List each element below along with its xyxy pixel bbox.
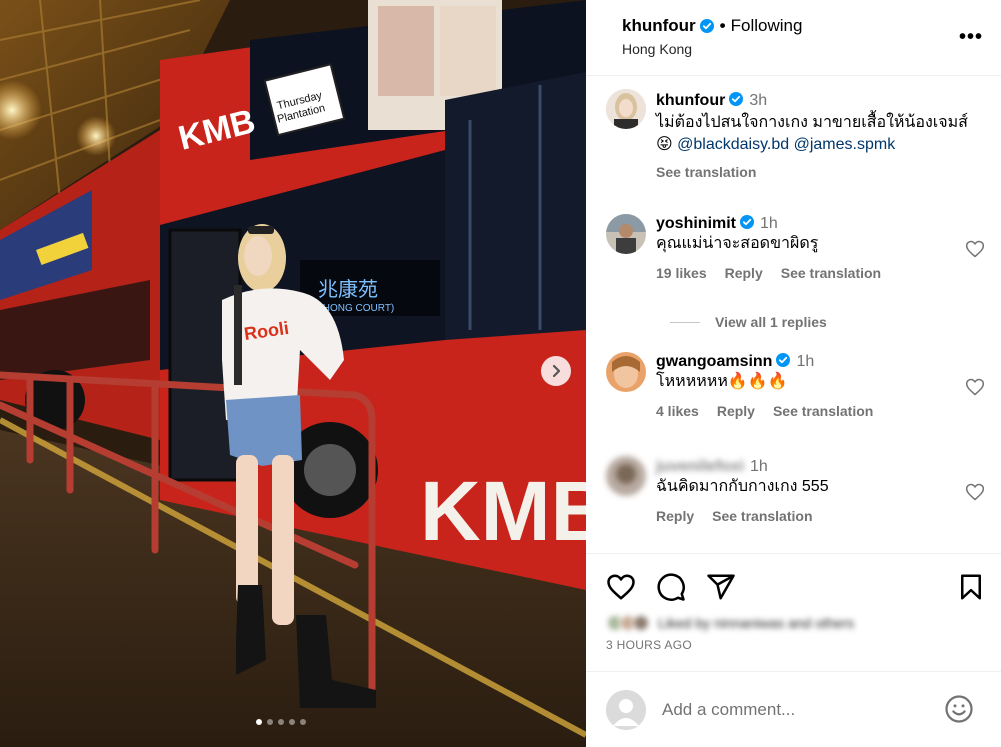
destination-text: 兆康苑 bbox=[318, 277, 378, 301]
carousel-dot[interactable] bbox=[300, 719, 306, 725]
header-user-line: khunfour • Following bbox=[622, 16, 802, 36]
share-paper-plane-icon[interactable] bbox=[706, 572, 736, 602]
verified-badge-icon bbox=[729, 92, 744, 106]
verified-badge-icon bbox=[740, 215, 755, 229]
avatar-image bbox=[606, 352, 646, 392]
mention-link[interactable]: @james.spmk bbox=[794, 136, 896, 153]
like-comment-heart-icon[interactable] bbox=[965, 377, 985, 397]
verified-badge-icon bbox=[699, 19, 714, 33]
liked-by-text[interactable]: Liked by ninnaniwas and others bbox=[658, 615, 854, 631]
comment: juvenilefoxi 1h ฉันคิดมากกับกางเกง 555 Re… bbox=[656, 458, 956, 524]
comment-text: โหหหหหห🔥🔥🔥 bbox=[656, 373, 788, 390]
see-translation-link[interactable]: See translation bbox=[773, 403, 873, 419]
view-replies-button[interactable]: View all 1 replies bbox=[670, 314, 827, 330]
comment-time: 1h bbox=[760, 215, 778, 232]
see-translation-link[interactable]: See translation bbox=[712, 508, 812, 524]
header-username[interactable]: khunfour bbox=[622, 16, 696, 36]
carousel-dot[interactable] bbox=[278, 719, 284, 725]
comment-meta: 19 likes Reply See translation bbox=[656, 265, 956, 281]
add-comment-bar bbox=[586, 671, 1001, 747]
reply-button[interactable]: Reply bbox=[656, 508, 694, 524]
liked-by-line[interactable]: Liked by ninnaniwas and others bbox=[606, 613, 854, 633]
comment-username[interactable]: juvenilefoxi bbox=[656, 458, 744, 475]
like-comment-heart-icon[interactable] bbox=[965, 239, 985, 259]
comment-username[interactable]: yoshinimit bbox=[656, 215, 736, 232]
comment: yoshinimit 1h คุณแม่น่าจะสอดขาผิดรู 19 li… bbox=[656, 215, 956, 281]
carousel-dot[interactable] bbox=[267, 719, 273, 725]
caption-body: ไม่ต้องไปสนใจกางเกง มาขายเสื้อให้น้องเจม… bbox=[656, 114, 968, 131]
carousel-dot[interactable] bbox=[256, 719, 262, 725]
bus-brand-side: KMB bbox=[420, 464, 586, 558]
caption-block: khunfour 3h ไม่ต้องไปสนใจกางเกง มาขายเสื้… bbox=[656, 92, 991, 180]
avatar[interactable] bbox=[606, 214, 646, 254]
separator-dot: • bbox=[719, 16, 726, 35]
avatar[interactable] bbox=[606, 352, 646, 392]
reply-button[interactable]: Reply bbox=[717, 403, 755, 419]
avatar bbox=[632, 614, 650, 632]
post-actions bbox=[586, 553, 1001, 671]
follow-status-button[interactable]: Following bbox=[731, 16, 803, 36]
caption-text: ไม่ต้องไปสนใจกางเกง มาขายเสื้อให้น้องเจม… bbox=[656, 112, 991, 156]
post-photo: Thursday Plantation KMB 兆康苑 (SIU HONG CO… bbox=[0, 0, 586, 747]
verified-badge-icon bbox=[776, 353, 791, 367]
avatar-image bbox=[606, 456, 646, 496]
see-translation-link[interactable]: See translation bbox=[781, 265, 881, 281]
comment-likes[interactable]: 19 likes bbox=[656, 265, 707, 281]
see-translation-link[interactable]: See translation bbox=[656, 164, 991, 180]
default-avatar-icon bbox=[606, 690, 646, 730]
divider-line bbox=[670, 321, 700, 323]
current-user-avatar bbox=[606, 690, 646, 730]
carousel-indicators bbox=[256, 719, 306, 725]
add-comment-input[interactable] bbox=[662, 700, 922, 720]
comment-time: 1h bbox=[796, 353, 815, 370]
comment-text: คุณแม่น่าจะสอดขาผิดรู bbox=[656, 235, 819, 252]
photo-scene: Thursday Plantation KMB 兆康苑 (SIU HONG CO… bbox=[0, 0, 586, 747]
comment: gwangoamsinn 1h โหหหหหห🔥🔥🔥 4 likes Reply Se… bbox=[656, 353, 956, 419]
comment-text: ฉันคิดมากกับกางเกง 555 bbox=[656, 478, 829, 495]
comment-meta: 4 likes Reply See translation bbox=[656, 403, 956, 419]
comment-time: 1h bbox=[750, 458, 768, 475]
carousel-next-button[interactable] bbox=[541, 356, 571, 386]
avatar-image bbox=[606, 89, 646, 129]
avatar[interactable] bbox=[606, 456, 646, 496]
like-comment-heart-icon[interactable] bbox=[965, 482, 985, 502]
header-location[interactable]: Hong Kong bbox=[622, 41, 692, 57]
emoji-picker-icon[interactable] bbox=[944, 694, 974, 724]
comment-likes[interactable]: 4 likes bbox=[656, 403, 699, 419]
carousel-dot[interactable] bbox=[289, 719, 295, 725]
avatar[interactable] bbox=[606, 89, 646, 129]
caption-username[interactable]: khunfour bbox=[656, 92, 725, 109]
comment-username[interactable]: gwangoamsinn bbox=[656, 353, 772, 370]
view-replies-label: View all 1 replies bbox=[715, 314, 827, 330]
reply-button[interactable]: Reply bbox=[725, 265, 763, 281]
chevron-right-icon bbox=[552, 364, 561, 378]
more-options-icon[interactable]: ••• bbox=[959, 26, 983, 49]
avatar-image bbox=[606, 214, 646, 254]
caption-time: 3h bbox=[749, 92, 768, 109]
post-timestamp[interactable]: 3 HOURS AGO bbox=[606, 638, 692, 652]
mention-link[interactable]: @blackdaisy.bd bbox=[677, 136, 789, 153]
emoji-icon: 😝 bbox=[656, 136, 673, 153]
comment-bubble-icon[interactable] bbox=[656, 572, 686, 602]
comment-meta: Reply See translation bbox=[656, 508, 956, 524]
save-bookmark-icon[interactable] bbox=[956, 572, 986, 602]
like-heart-icon[interactable] bbox=[606, 572, 636, 602]
post-details-panel: khunfour • Following Hong Kong ••• khunf… bbox=[586, 0, 1001, 747]
post-header: khunfour • Following Hong Kong ••• bbox=[586, 0, 1001, 76]
